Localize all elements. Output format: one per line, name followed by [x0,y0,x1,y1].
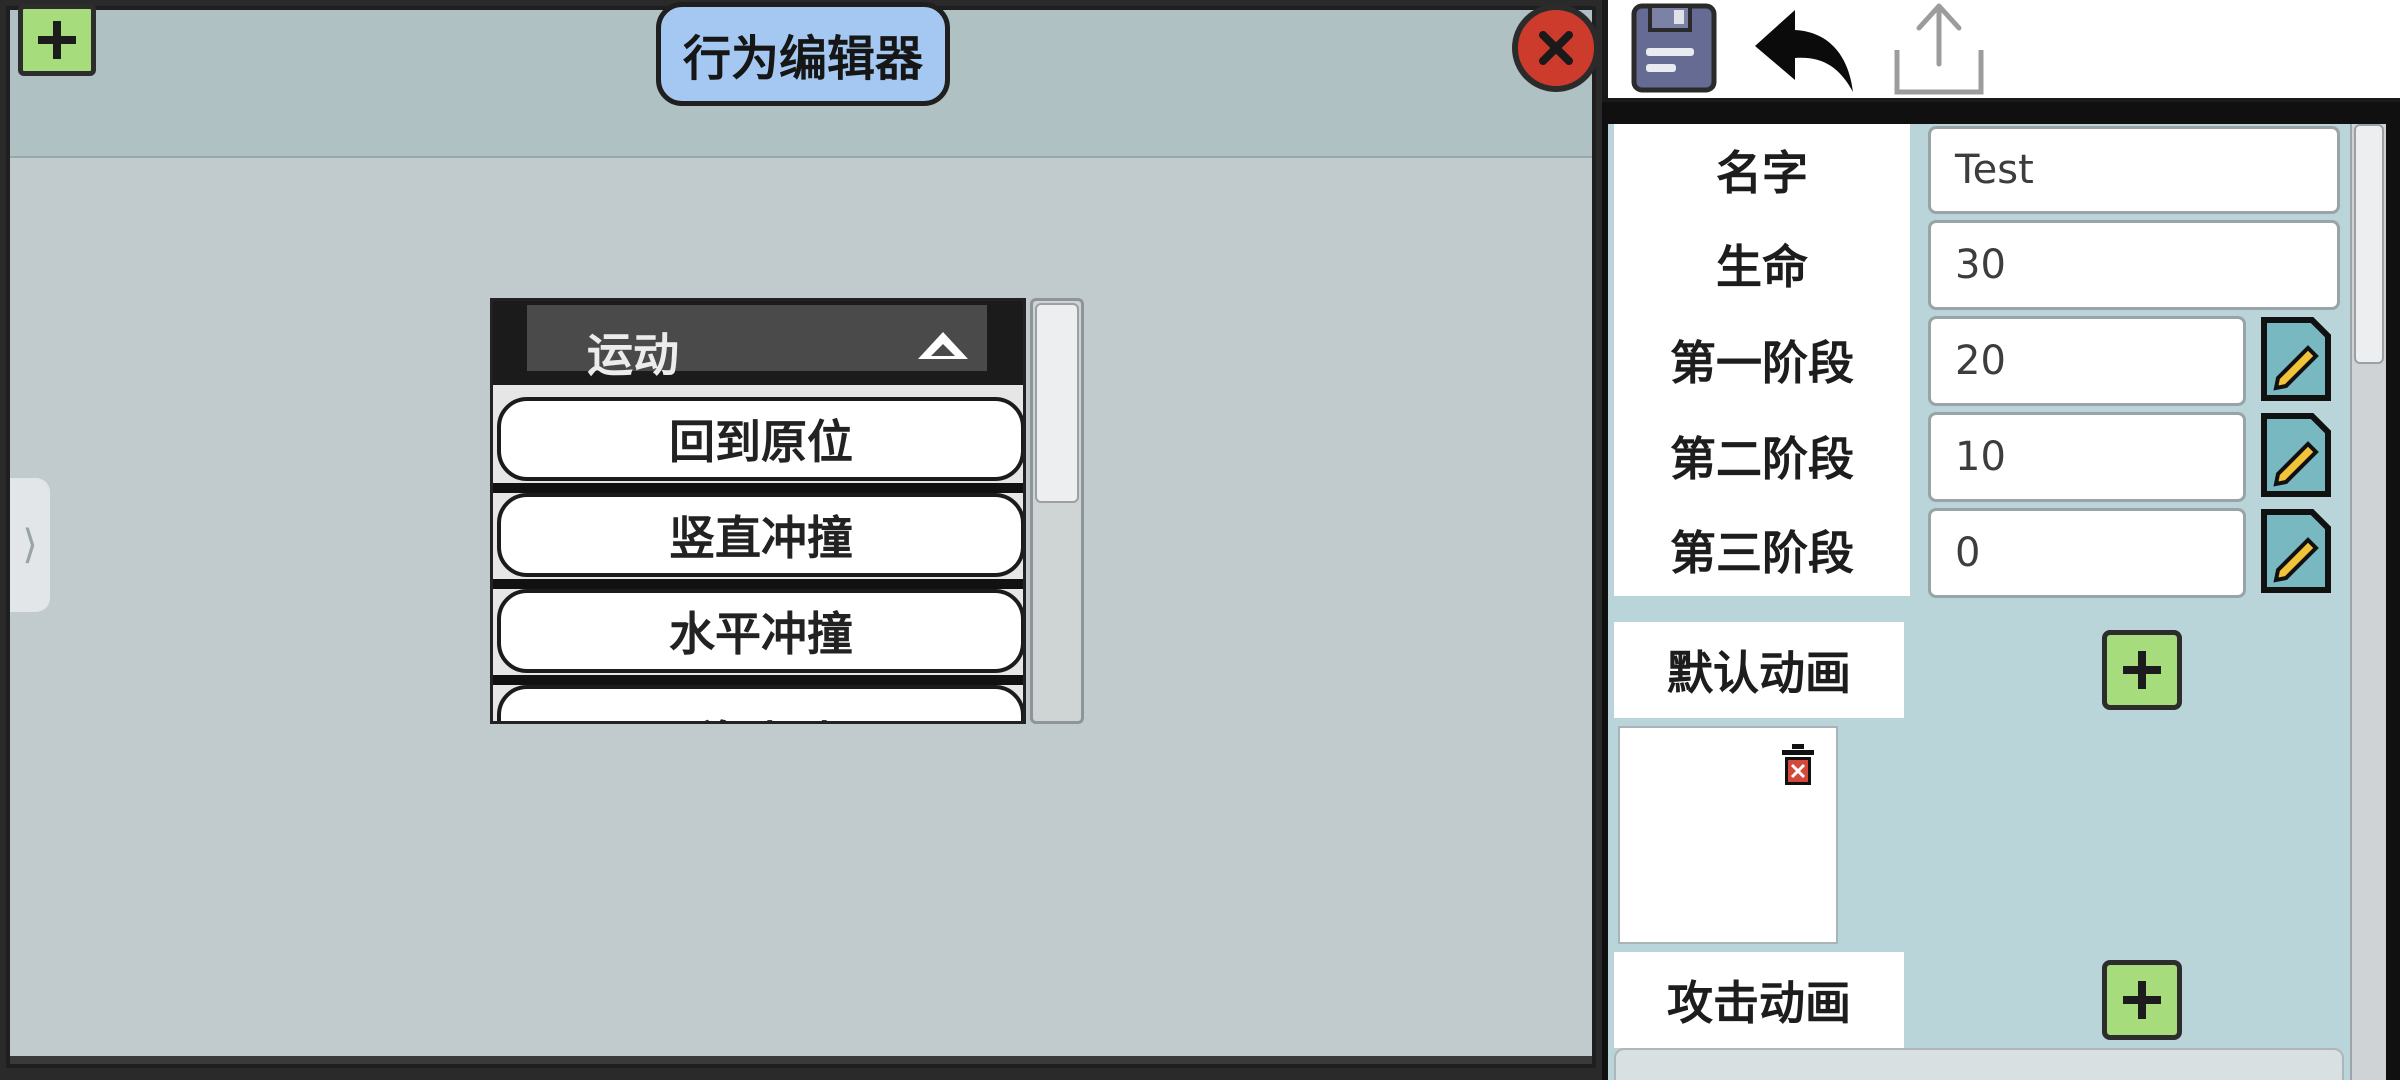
editor-bottom-border [10,1056,1592,1064]
list-item[interactable]: 移动到 [497,685,1023,721]
stage2-field[interactable]: 10 [1928,412,2246,502]
toolbar [1602,0,2400,102]
close-icon [1539,31,1573,65]
stage1-field[interactable]: 20 [1928,316,2246,406]
list-item[interactable]: 竖直冲撞 [497,493,1023,577]
list-item[interactable]: 水平冲撞 [497,589,1023,673]
dropdown-scrollbar[interactable] [1030,298,1084,724]
dropdown-scroll-thumb[interactable] [1035,303,1079,503]
trash-icon[interactable] [1778,742,1818,788]
stage1-label: 第一阶段 [1614,312,1910,408]
list-separator [493,675,1023,685]
plus-icon [2123,981,2161,1019]
properties-scroll-thumb[interactable] [2354,124,2384,364]
stage3-label: 第三阶段 [1614,504,1910,596]
edit-stage2-button[interactable] [2260,412,2332,498]
add-attack-animation-button[interactable] [2102,960,2182,1040]
behavior-dropdown-list: 运动 回到原位 竖直冲撞 水平冲撞 移动到 [490,298,1026,724]
list-item[interactable]: 回到原位 [497,397,1023,481]
name-field[interactable]: Test [1928,126,2340,214]
undo-button[interactable] [1746,0,1862,96]
properties-scrollbar[interactable] [2350,124,2386,1080]
plus-icon [38,21,76,59]
close-button[interactable] [1512,4,1600,92]
list-separator [493,579,1023,589]
undo-icon [1755,10,1853,92]
chevron-right-icon: ⟩ [22,522,38,568]
properties-scroll-area: 名字 Test 生命 30 第一阶段 20 第二阶段 10 第三阶段 0 默认动… [1608,124,2386,1080]
edit-stage1-button[interactable] [2260,316,2332,402]
default-animation-label: 默认动画 [1614,622,1904,718]
behavior-editor-window: ⟩ 运动 回到原位 竖直冲撞 水平冲撞 移动到 [0,0,1602,1080]
editor-title: 行为编辑器 [656,2,950,106]
export-icon [1894,3,1984,95]
save-icon [1631,3,1717,93]
properties-panel: 名字 Test 生命 30 第一阶段 20 第二阶段 10 第三阶段 0 默认动… [1602,0,2400,1080]
edit-stage3-button[interactable] [2260,508,2332,594]
dropdown-selected-label: 运动 [587,328,679,382]
stage2-label: 第二阶段 [1614,408,1910,504]
add-node-button[interactable] [18,4,96,76]
editor-canvas: ⟩ 运动 回到原位 竖直冲撞 水平冲撞 移动到 [6,6,1596,1068]
next-section-edge [1614,1048,2344,1080]
export-button[interactable] [1884,0,1994,96]
plus-icon [2123,651,2161,689]
life-field[interactable]: 30 [1928,220,2340,310]
name-label: 名字 [1614,124,1910,216]
add-default-animation-button[interactable] [2102,630,2182,710]
save-button[interactable] [1626,0,1722,96]
life-label: 生命 [1614,216,1910,312]
dropdown-header[interactable]: 运动 [493,301,1023,385]
list-separator [493,483,1023,493]
stage3-field[interactable]: 0 [1928,508,2246,598]
default-animation-slot[interactable] [1618,726,1838,944]
collapse-triangle-icon[interactable] [915,329,971,365]
side-expand-tab[interactable]: ⟩ [10,478,50,612]
attack-animation-label: 攻击动画 [1614,952,1904,1048]
